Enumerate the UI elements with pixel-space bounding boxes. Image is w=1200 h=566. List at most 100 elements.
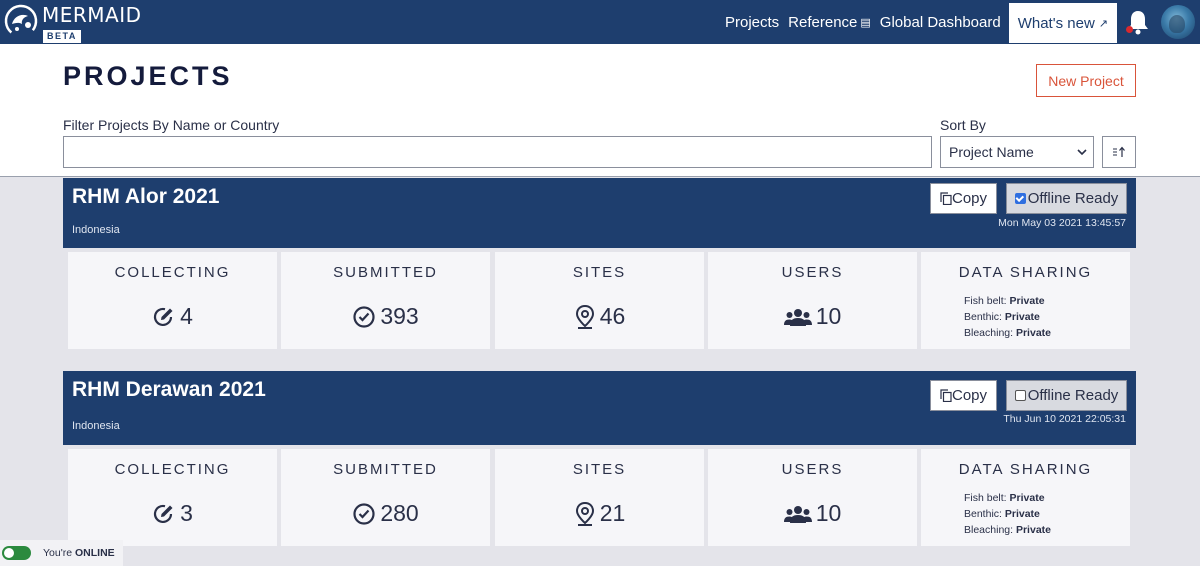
stat-sites[interactable]: SITES 21 [495,449,704,546]
external-link-icon: ↗ [1098,17,1108,30]
copy-icon [940,192,952,205]
book-icon: ▤ [860,16,871,29]
project-name[interactable]: RHM Alor 2021 [72,185,219,209]
filter-label: Filter Projects By Name or Country [63,117,280,133]
project-country: Indonesia [72,420,120,432]
stat-users-value: 10 [815,303,842,329]
sharing-benthic: Benthic: Private [964,309,1051,325]
sort-ascending-icon [1113,146,1125,157]
stat-submitted[interactable]: SUBMITTED 280 [281,449,490,546]
stat-data-sharing[interactable]: DATA SHARING Fish belt: Private Benthic:… [921,449,1130,546]
users-icon [783,308,812,326]
stat-data-sharing-label: DATA SHARING [958,264,1093,281]
stat-sites-value: 46 [599,303,626,329]
mermaid-logo[interactable]: MERMAID BETA [4,4,142,44]
sharing-bleaching: Bleaching: Private [964,325,1051,341]
stat-collecting[interactable]: COLLECTING 4 [68,252,277,349]
sort-by-value: Project Name [949,144,1034,160]
nav-link-reference-label: Reference [788,13,858,31]
stat-users-label: USERS [781,264,844,281]
copy-label: Copy [951,387,988,404]
top-nav: MERMAID BETA Projects Reference ▤ Global… [0,0,1200,44]
mermaid-logo-icon [4,4,38,38]
stat-sites-label: SITES [572,461,627,478]
copy-icon [940,389,952,402]
offline-ready-label: Offline Ready [1027,387,1119,404]
data-sharing-list: Fish belt: Private Benthic: Private Blea… [964,490,1051,538]
data-sharing-list: Fish belt: Private Benthic: Private Blea… [964,293,1051,341]
map-pin-icon [575,501,594,526]
whats-new-label: What's new [1017,14,1095,32]
stat-submitted-value: 393 [380,303,419,329]
offline-ready-toggle[interactable]: Offline Ready [1006,183,1127,214]
offline-ready-checkbox[interactable] [1014,193,1026,204]
stat-users[interactable]: USERS 10 [708,252,917,349]
filter-projects-input[interactable] [63,136,932,168]
nav-link-projects[interactable]: Projects [725,14,779,31]
chevron-down-icon [1077,149,1087,156]
project-name[interactable]: RHM Derawan 2021 [72,378,266,402]
project-card[interactable]: RHM Alor 2021 Indonesia Copy Offline Rea… [63,178,1136,354]
sharing-bleaching-value: Private [1015,524,1051,536]
stat-submitted[interactable]: SUBMITTED 393 [281,252,490,349]
sharing-fish-belt-value: Private [1009,295,1045,307]
brand-name: MERMAID [42,3,142,27]
users-icon [783,505,812,523]
stat-data-sharing-label: DATA SHARING [958,461,1093,478]
sharing-fish-belt-value: Private [1009,492,1045,504]
copy-project-button[interactable]: Copy [930,380,997,411]
sharing-fish-belt: Fish belt: Private [964,293,1051,309]
copy-project-button[interactable]: Copy [930,183,997,214]
stat-submitted-label: SUBMITTED [333,264,438,281]
online-status: You're ONLINE [0,540,123,566]
sharing-fish-belt: Fish belt: Private [964,490,1051,506]
stat-users-label: USERS [781,461,844,478]
project-card[interactable]: RHM Derawan 2021 Indonesia Copy Offline … [63,371,1136,551]
map-pin-icon [575,304,594,329]
sort-by-select[interactable]: Project Name [940,136,1094,168]
stat-users[interactable]: USERS 10 [708,449,917,546]
sharing-benthic-name: Benthic: [964,508,1002,520]
copy-label: Copy [951,190,988,207]
sharing-benthic-name: Benthic: [964,311,1002,323]
stat-submitted-value: 280 [380,500,419,526]
offline-ready-label: Offline Ready [1027,190,1119,207]
stat-collecting[interactable]: COLLECTING 3 [68,449,277,546]
offline-ready-checkbox[interactable] [1014,390,1026,401]
sort-label: Sort By [940,117,986,133]
page-header: PROJECTS New Project Filter Projects By … [0,44,1200,177]
stat-sites-value: 21 [599,500,626,526]
nav-link-global-dashboard[interactable]: Global Dashboard [880,14,1001,31]
offline-ready-toggle[interactable]: Offline Ready [1006,380,1127,411]
sharing-benthic: Benthic: Private [964,506,1051,522]
online-status-state: ONLINE [74,547,115,559]
sharing-bleaching-name: Bleaching: [964,327,1014,339]
check-circle-icon [353,305,375,328]
pencil-check-icon [154,504,173,523]
new-project-button[interactable]: New Project [1036,64,1136,97]
notification-dot [1126,26,1133,33]
stat-sites-label: SITES [572,264,627,281]
stat-collecting-value: 4 [180,303,193,329]
stat-collecting-label: COLLECTING [114,461,231,478]
stat-collecting-label: COLLECTING [114,264,231,281]
stat-submitted-label: SUBMITTED [333,461,438,478]
sharing-fish-belt-name: Fish belt: [964,492,1007,504]
online-toggle[interactable] [2,546,31,560]
pencil-check-icon [154,307,173,326]
stat-sites[interactable]: SITES 46 [495,252,704,349]
nav-link-reference[interactable]: Reference ▤ [788,14,871,31]
sort-direction-button[interactable] [1102,136,1136,168]
project-updated-date: Thu Jun 10 2021 22:05:31 [1003,413,1126,425]
sharing-fish-belt-name: Fish belt: [964,295,1007,307]
sharing-bleaching-value: Private [1015,327,1051,339]
project-updated-date: Mon May 03 2021 13:45:57 [998,217,1126,229]
user-avatar[interactable] [1161,5,1195,39]
stat-data-sharing[interactable]: DATA SHARING Fish belt: Private Benthic:… [921,252,1130,349]
nav-link-whats-new[interactable]: What's new ↗ [1008,3,1117,43]
project-country: Indonesia [72,224,120,236]
notifications-button[interactable] [1125,7,1151,37]
stat-users-value: 10 [815,500,842,526]
online-status-prefix: You're [43,547,73,559]
stat-collecting-value: 3 [180,500,193,526]
